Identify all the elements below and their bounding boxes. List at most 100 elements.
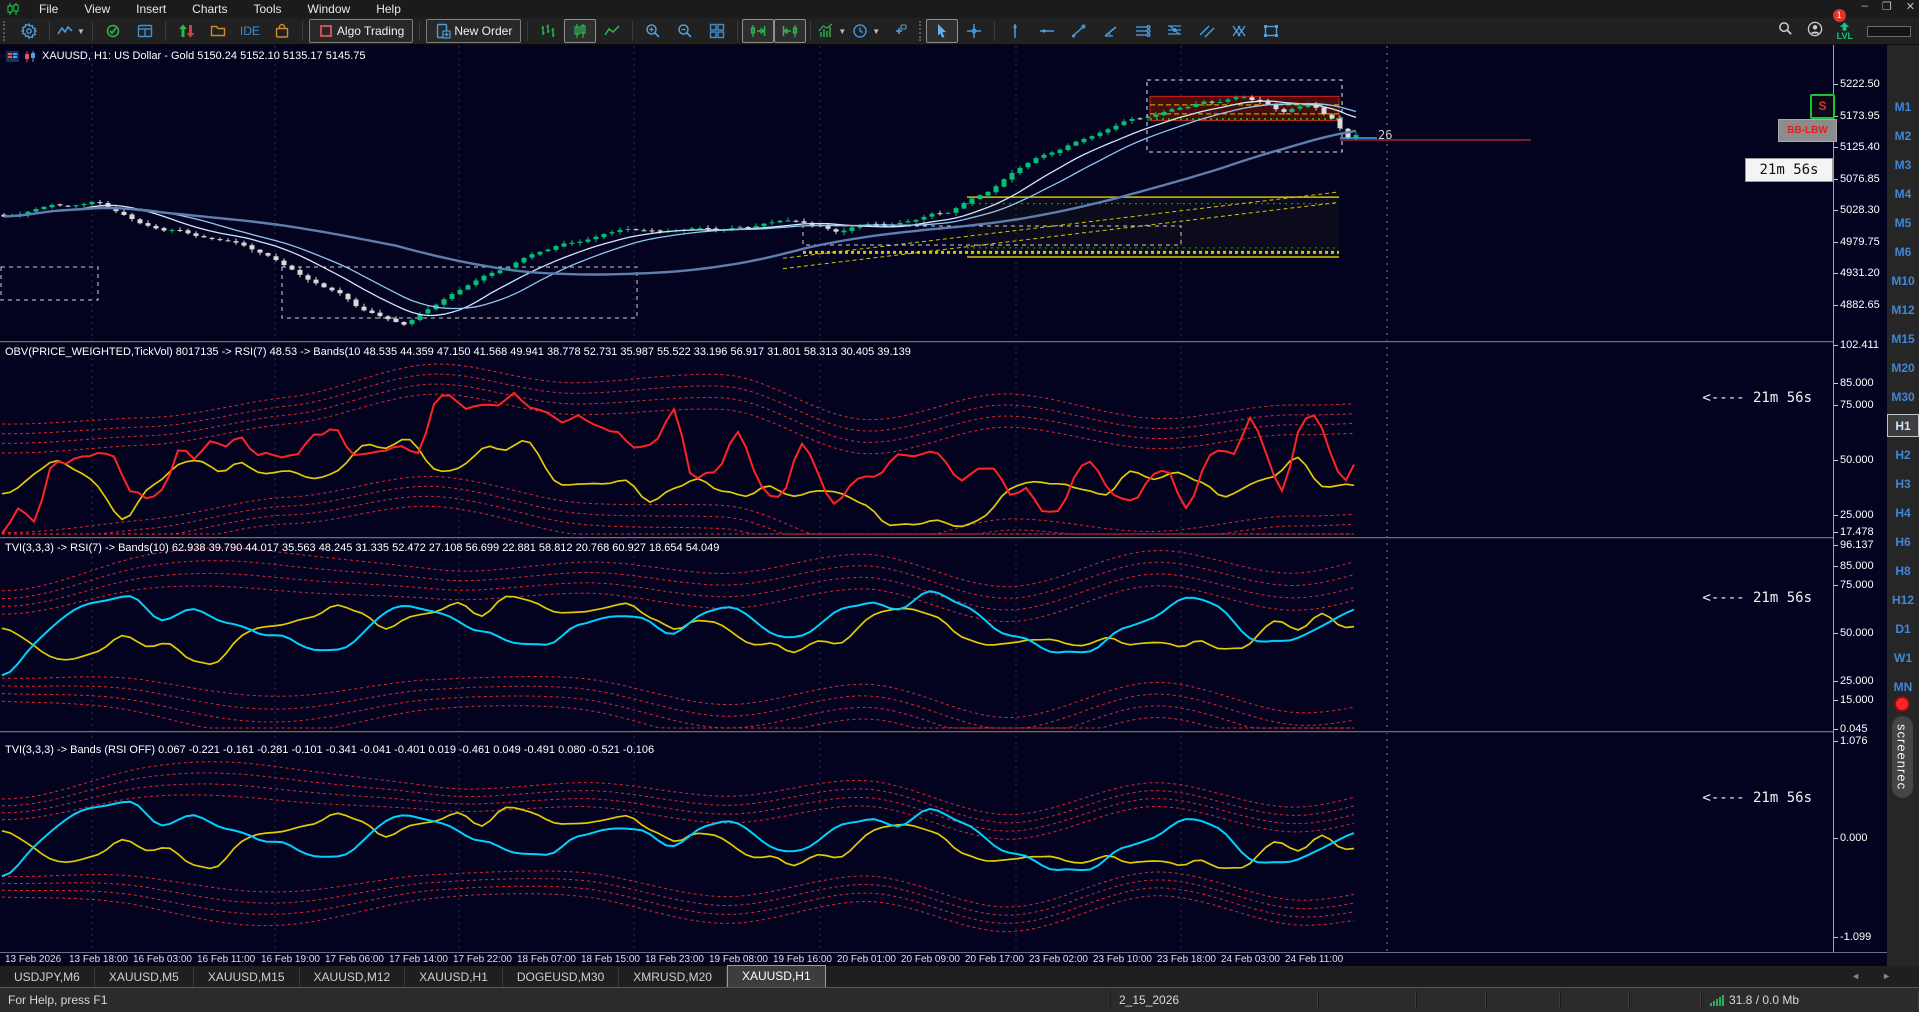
menu-item-insert[interactable]: Insert xyxy=(123,2,179,16)
menu-item-window[interactable]: Window xyxy=(295,2,364,16)
line-chart-icon[interactable] xyxy=(596,19,628,43)
menu-item-tools[interactable]: Tools xyxy=(241,2,295,16)
level-up-icon[interactable]: LVL xyxy=(1837,21,1853,41)
add-object-icon[interactable] xyxy=(883,19,915,43)
timeframe-button-m15[interactable]: M15 xyxy=(1887,327,1919,350)
chart-tab-xauusd-m12[interactable]: XAUUSD,M12 xyxy=(300,967,406,987)
menu-item-charts[interactable]: Charts xyxy=(179,2,240,16)
date-tick-label: 16 Feb 03:00 xyxy=(133,954,192,965)
shift-end-icon[interactable] xyxy=(742,19,775,43)
main-chart-canvas[interactable] xyxy=(0,44,1887,952)
auto-scroll-icon[interactable] xyxy=(774,19,807,43)
publish-icon[interactable] xyxy=(170,19,202,43)
date-tick-label: 16 Feb 11:00 xyxy=(197,954,256,965)
trend-angle-icon[interactable] xyxy=(1095,19,1127,43)
timeframe-button-mn[interactable]: MN xyxy=(1887,675,1919,698)
bar-chart-icon[interactable] xyxy=(532,19,564,43)
market-icon[interactable] xyxy=(266,19,298,43)
settings-icon[interactable] xyxy=(13,19,45,43)
zoom-out-icon xyxy=(677,23,693,39)
pane1-tick: 75.000 xyxy=(1834,399,1874,412)
timeframe-button-m3[interactable]: M3 xyxy=(1887,153,1919,176)
restore-button[interactable]: ❐ xyxy=(1882,0,1892,13)
menu-item-view[interactable]: View xyxy=(71,2,123,16)
chart-tab-usdjpy-m6[interactable]: USDJPY,M6 xyxy=(0,967,95,987)
one-click-trading-icon[interactable] xyxy=(24,50,37,62)
toolbar-separator xyxy=(91,21,93,41)
tile-windows-icon[interactable] xyxy=(701,19,733,43)
depth-of-market-icon[interactable] xyxy=(6,50,19,62)
timeframe-button-m20[interactable]: M20 xyxy=(1887,356,1919,379)
menu-item-help[interactable]: Help xyxy=(363,2,414,16)
timeframe-button-w1[interactable]: W1 xyxy=(1887,646,1919,669)
crosshair-icon[interactable] xyxy=(958,19,990,43)
indicators-icon[interactable]: ▼ xyxy=(815,19,849,43)
pane2-tick: 15.000 xyxy=(1834,694,1874,707)
candlestick-icon[interactable] xyxy=(564,19,597,43)
timeframe-button-d1[interactable]: D1 xyxy=(1887,617,1919,640)
cursor-icon[interactable] xyxy=(926,19,959,43)
fibonacci-icon[interactable] xyxy=(1159,19,1191,43)
timeframe-button-m5[interactable]: M5 xyxy=(1887,211,1919,234)
vertical-line-icon[interactable] xyxy=(999,19,1031,43)
price-scale[interactable]: 5222.50 5173.95 5125.40 5076.85 5028.30 4979.… xyxy=(1833,45,1888,952)
zoom-out-icon[interactable] xyxy=(669,19,701,43)
profile-icon[interactable]: 1 xyxy=(1807,8,1846,42)
chart-tab-xauusd-h1[interactable]: XAUUSD,H1 xyxy=(405,967,503,987)
equidistant-icon[interactable] xyxy=(1127,19,1159,43)
timeframe-button-h4[interactable]: H4 xyxy=(1887,501,1919,524)
periods-icon[interactable]: ▼ xyxy=(849,19,883,43)
timeframe-button-m12[interactable]: M12 xyxy=(1887,298,1919,321)
chart-tab-dogeusd-m30[interactable]: DOGEUSD,M30 xyxy=(503,967,620,987)
cycle-lines-icon[interactable] xyxy=(1223,19,1255,43)
timeframe-button-m1[interactable]: M1 xyxy=(1887,95,1919,118)
tab-scroll-right-icon[interactable]: ► xyxy=(1882,971,1891,981)
data-folder-icon[interactable] xyxy=(202,19,234,43)
timeframe-button-h3[interactable]: H3 xyxy=(1887,472,1919,495)
toolbox-icon[interactable] xyxy=(129,19,161,43)
close-button[interactable]: ✕ xyxy=(1906,0,1915,13)
new-order-button[interactable]: New Order xyxy=(426,19,522,43)
toolbar-drag-handle[interactable] xyxy=(3,21,10,41)
chart-tab-xauusd-m5[interactable]: XAUUSD,M5 xyxy=(95,967,194,987)
experts-icon[interactable] xyxy=(97,19,129,43)
chevron-down-icon[interactable]: ▼ xyxy=(838,27,846,36)
ide-button[interactable]: IDE xyxy=(234,19,266,43)
menu-item-file[interactable]: File xyxy=(26,2,71,16)
sell-button[interactable]: S xyxy=(1810,94,1835,119)
tab-scroll-left-icon[interactable]: ◄ xyxy=(1851,971,1860,981)
window-controls: – ❐ ✕ xyxy=(1862,0,1915,13)
shapes-icon[interactable] xyxy=(1255,19,1287,43)
zoom-in-icon[interactable] xyxy=(637,19,669,43)
algo-trading-button[interactable]: Algo Trading xyxy=(308,19,414,43)
chevron-down-icon[interactable]: ▼ xyxy=(872,27,880,36)
timeframe-button-h6[interactable]: H6 xyxy=(1887,530,1919,553)
chart-profiles-icon[interactable]: ▼ xyxy=(54,19,88,43)
pane3-timer-label: <---- 21m 56s xyxy=(1702,790,1812,806)
channel-icon[interactable] xyxy=(1191,19,1223,43)
horizontal-line-icon[interactable] xyxy=(1031,19,1063,43)
screen-recorder-widget[interactable]: screenrec xyxy=(1888,696,1916,799)
chart-tab-xauusd-h1[interactable]: XAUUSD,H1 xyxy=(726,965,826,987)
minimize-button[interactable]: – xyxy=(1862,0,1868,13)
timeframe-button-h12[interactable]: H12 xyxy=(1887,588,1919,611)
chart-tab-xmrusd-m20[interactable]: XMRUSD,M20 xyxy=(619,967,727,987)
timeframe-button-m6[interactable]: M6 xyxy=(1887,240,1919,263)
timeframe-button-m10[interactable]: M10 xyxy=(1887,269,1919,292)
date-tick-label: 13 Feb 18:00 xyxy=(69,954,128,965)
search-icon[interactable] xyxy=(1778,21,1793,41)
timeframe-button-h8[interactable]: H8 xyxy=(1887,559,1919,582)
date-axis[interactable]: 13 Feb 2026 13 Feb 18:00 16 Feb 03:00 16 Fe… xyxy=(0,952,1887,967)
chart-tab-xauusd-m15[interactable]: XAUUSD,M15 xyxy=(194,967,300,987)
chevron-down-icon[interactable]: ▼ xyxy=(77,27,85,36)
timeframe-button-h1[interactable]: H1 xyxy=(1887,414,1919,437)
status-help-text: For Help, press F1 xyxy=(8,993,108,1007)
chart-profiles-icon xyxy=(57,23,73,39)
timeframe-button-h2[interactable]: H2 xyxy=(1887,443,1919,466)
auto-scroll-icon xyxy=(782,23,798,39)
timeframe-button-m30[interactable]: M30 xyxy=(1887,385,1919,408)
status-bar: For Help, press F1 2_15_2026 31.8 / 0.0 … xyxy=(0,988,1919,1012)
trendline-icon[interactable] xyxy=(1063,19,1095,43)
timeframe-button-m2[interactable]: M2 xyxy=(1887,124,1919,147)
timeframe-button-m4[interactable]: M4 xyxy=(1887,182,1919,205)
